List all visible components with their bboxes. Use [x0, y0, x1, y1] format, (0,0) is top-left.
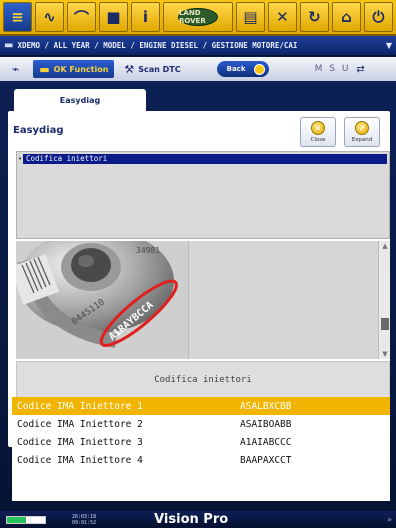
image-caption: Codifica iniettori [16, 361, 390, 399]
svg-text:34981: 34981 [136, 246, 160, 255]
close-icon: ✕ [311, 121, 325, 135]
close-button[interactable]: ✕ Close [300, 117, 336, 147]
scan-dtc-label: Scan DTC [138, 64, 181, 74]
image-blank-area [188, 241, 378, 359]
brand-label: Vision Pro [154, 512, 229, 527]
scroll-up-icon[interactable]: ▲ [379, 241, 391, 251]
row-value: BAAPAXCCT [240, 454, 292, 466]
chevron-down-icon[interactable]: ▼ [386, 41, 392, 50]
table-row[interactable]: Codice IMA Iniettore 3 A1AIABCCC [12, 433, 390, 451]
table-row[interactable]: Codice IMA Iniettore 4 BAAPAXCCT [12, 451, 390, 469]
scroll-down-icon[interactable]: ▼ [379, 349, 391, 359]
battery-fill [7, 516, 26, 523]
clock: 26:03:18 09:01:52 [72, 514, 96, 526]
wifi-icon[interactable]: ⌒ [67, 2, 96, 32]
print-icon[interactable]: ▤ [235, 2, 265, 32]
battery-indicator [6, 515, 46, 524]
row-label: Codice IMA Iniettore 2 [17, 418, 143, 430]
tab-easydiag[interactable]: Easydiag [14, 89, 146, 111]
power-icon[interactable]: ⏻ [363, 2, 393, 32]
breadcrumb: ▬ XDEMO / ALL YEAR / MODEL / ENGINE DIES… [0, 36, 396, 56]
status-bar: 26:03:18 09:01:52 Vision Pro » [0, 511, 396, 528]
table-row[interactable]: Codice IMA Iniettore 2 ASAIBOABB [12, 415, 390, 433]
row-value: ASALBXCBB [240, 400, 292, 412]
row-label: Codice IMA Iniettore 1 [17, 400, 143, 412]
scroll-thumb[interactable] [381, 318, 389, 330]
scrollbar[interactable]: ▲ ▼ [378, 241, 390, 359]
vehicle-icon[interactable]: ≡ [3, 2, 32, 32]
row-value: A1AIABCCC [240, 436, 292, 448]
brand-logo: LAND ROVER [177, 8, 218, 26]
panel-title: Easydiag [13, 125, 64, 136]
expand-arrow-icon[interactable]: » [387, 515, 392, 524]
function-list: • Codifica iniettori [16, 151, 390, 239]
brand-logo-button[interactable]: LAND ROVER [163, 2, 233, 32]
connection-icon: ⇄ [356, 63, 365, 75]
top-toolbar: ≡ ∿ ⌒ ■ i LAND ROVER ▤ ✕ ↻ ⌂ ⏻ [0, 0, 396, 36]
ok-function-label: OK Function [53, 64, 109, 74]
breadcrumb-path: XDEMO / ALL YEAR / MODEL / ENGINE DIESEL… [17, 41, 298, 50]
wrench-icon: ⚒ [124, 62, 135, 76]
injector-photo: 0445110 34981 A1RAYBCCA [16, 241, 188, 359]
row-label: Codice IMA Iniettore 4 [17, 454, 143, 466]
msu-indicator: M S U [314, 64, 351, 74]
ima-code-table: Codice IMA Iniettore 1 ASALBXCBB Codice … [12, 397, 390, 501]
ok-function-button[interactable]: ▬ OK Function [33, 60, 115, 78]
back-arrow-icon [253, 63, 265, 75]
close-label: Close [310, 137, 326, 143]
list-item-selected[interactable]: Codifica iniettori [23, 154, 387, 164]
back-button[interactable]: Back [216, 61, 269, 77]
row-value: ASAIBOABB [240, 418, 292, 430]
function-bar: ⌁ ▬ OK Function ⚒ Scan DTC Back M S U ⇄ [0, 57, 396, 81]
pulse-icon[interactable]: ∿ [35, 2, 64, 32]
scan-dtc-button[interactable]: ⚒ Scan DTC [118, 60, 186, 78]
refresh-icon[interactable]: ↻ [299, 2, 329, 32]
info-icon[interactable]: i [131, 2, 160, 32]
back-label: Back [226, 65, 246, 73]
table-row[interactable]: Codice IMA Iniettore 1 ASALBXCBB [12, 397, 390, 415]
row-label: Codice IMA Iniettore 3 [17, 436, 143, 448]
expand-button[interactable]: ↗ Expand [344, 117, 380, 147]
home-icon[interactable]: ⌂ [331, 2, 361, 32]
expand-label: Expand [351, 137, 373, 143]
clock-line-2: 09:01:52 [72, 519, 97, 526]
expand-icon: ↗ [355, 121, 369, 135]
image-row: 0445110 34981 A1RAYBCCA ▲ ▼ [16, 241, 390, 359]
car-icon: ▬ [4, 40, 14, 51]
folder-icon[interactable]: ■ [99, 2, 128, 32]
injector-image: 0445110 34981 A1RAYBCCA [16, 241, 188, 359]
plug-icon[interactable]: ⌁ [6, 60, 25, 78]
car-icon: ▬ [39, 62, 50, 76]
tools-icon[interactable]: ✕ [267, 2, 297, 32]
clock-line-1: 26:03:18 [72, 513, 97, 520]
main-area: Easydiag Easydiag ✕ Close ↗ Expand • Cod… [0, 81, 396, 511]
